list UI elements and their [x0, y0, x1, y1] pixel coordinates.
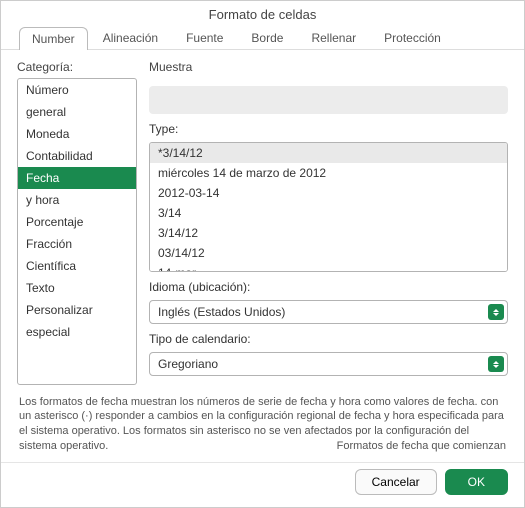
list-item[interactable]: Texto: [18, 277, 136, 299]
sample-label: Muestra: [149, 60, 508, 74]
list-item[interactable]: 3/14/12: [150, 223, 507, 243]
list-item[interactable]: Porcentaje: [18, 211, 136, 233]
tab-fill[interactable]: Rellenar: [298, 26, 369, 49]
calendar-select[interactable]: Gregoriano: [149, 352, 508, 376]
list-item[interactable]: 2012-03-14: [150, 183, 507, 203]
ok-button[interactable]: OK: [445, 469, 508, 495]
type-list[interactable]: *3/14/12 miércoles 14 de marzo de 2012 2…: [149, 142, 508, 272]
tab-number[interactable]: Number: [19, 27, 88, 50]
right-panel: Muestra Type: *3/14/12 miércoles 14 de m…: [149, 60, 508, 385]
dialog-body: Categoría: Número general Moneda Contabi…: [1, 50, 524, 389]
list-item[interactable]: Número: [18, 79, 136, 101]
sample-preview: [149, 86, 508, 114]
category-label: Categoría:: [17, 60, 137, 74]
format-cells-dialog: Formato de celdas Number Alineación Fuen…: [0, 0, 525, 508]
list-item[interactable]: Personalizar: [18, 299, 136, 321]
description-text: Los formatos de fecha muestran los númer…: [1, 389, 524, 462]
list-item[interactable]: 03/14/12: [150, 243, 507, 263]
calendar-label: Tipo de calendario:: [149, 332, 508, 346]
list-item[interactable]: Moneda: [18, 123, 136, 145]
dialog-title: Formato de celdas: [1, 1, 524, 26]
tab-font[interactable]: Fuente: [173, 26, 236, 49]
list-item[interactable]: 14-mar: [150, 263, 507, 272]
list-item[interactable]: Contabilidad: [18, 145, 136, 167]
list-item[interactable]: especial: [18, 321, 136, 343]
description-side: Formatos de fecha que comienzan: [337, 439, 506, 454]
calendar-select-wrap: Gregoriano: [149, 352, 508, 376]
category-list[interactable]: Número general Moneda Contabilidad Fecha…: [17, 78, 137, 385]
list-item[interactable]: y hora: [18, 189, 136, 211]
type-label: Type:: [149, 122, 508, 136]
tab-alignment[interactable]: Alineación: [90, 26, 171, 49]
cancel-button[interactable]: Cancelar: [355, 469, 437, 495]
locale-select-wrap: Inglés (Estados Unidos): [149, 300, 508, 324]
tab-border[interactable]: Borde: [238, 26, 296, 49]
tab-bar: Number Alineación Fuente Borde Rellenar …: [1, 26, 524, 50]
list-item[interactable]: 3/14: [150, 203, 507, 223]
left-panel: Categoría: Número general Moneda Contabi…: [17, 60, 137, 385]
list-item[interactable]: Científica: [18, 255, 136, 277]
locale-label: Idioma (ubicación):: [149, 280, 508, 294]
list-item[interactable]: miércoles 14 de marzo de 2012: [150, 163, 507, 183]
dialog-footer: Cancelar OK: [1, 462, 524, 507]
list-item[interactable]: Fracción: [18, 233, 136, 255]
locale-select[interactable]: Inglés (Estados Unidos): [149, 300, 508, 324]
tab-protection[interactable]: Protección: [371, 26, 454, 49]
list-item[interactable]: *3/14/12: [150, 143, 507, 163]
list-item[interactable]: Fecha: [18, 167, 136, 189]
list-item[interactable]: general: [18, 101, 136, 123]
